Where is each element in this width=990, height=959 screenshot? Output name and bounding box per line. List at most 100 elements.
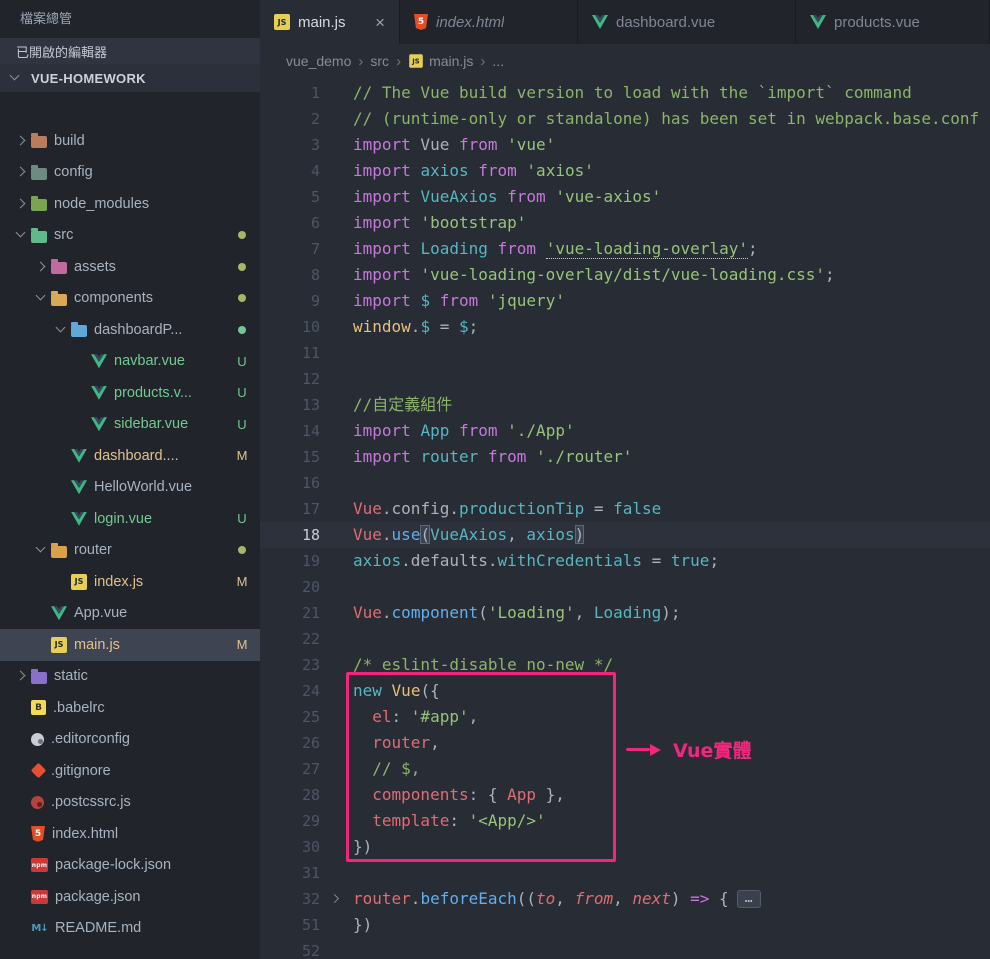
code-line-30[interactable]: 30}) [260,834,990,860]
tree-item-navbar.vue[interactable]: navbar.vue U [0,346,260,378]
line-number: 52 [301,942,320,959]
tree-item-assets[interactable]: assets [0,251,260,283]
code-line-15[interactable]: 15 import router from './router' [260,444,990,470]
fold-column [320,366,353,392]
tree-item-.babelrc[interactable]: B .babelrc [0,692,260,724]
tree-item-src[interactable]: src [0,220,260,252]
code-line-24[interactable]: 24 new Vue({ [260,678,990,704]
code-line-6[interactable]: 6 import 'bootstrap' [260,210,990,236]
file-label: config [54,164,93,181]
tree-item-components[interactable]: components [0,283,260,315]
breadcrumb-label: src [370,53,390,69]
line-number: 8 [310,266,320,284]
code-text: import App from './App' [353,421,575,440]
folder-icon [31,133,47,149]
tree-item-index.js[interactable]: JS index.js M [0,566,260,598]
code-line-11[interactable]: 11 [260,340,990,366]
chevron-down-icon[interactable] [54,323,68,337]
chevron-down-icon[interactable] [34,291,48,305]
code-line-8[interactable]: 8 import 'vue-loading-overlay/dist/vue-lo… [260,262,990,288]
folded-code-ellipsis[interactable]: … [736,890,761,908]
code-line-27[interactable]: 27 // $, [260,756,990,782]
tree-item-package.json[interactable]: npm package.json [0,881,260,913]
code-line-3[interactable]: 3 import Vue from 'vue' [260,132,990,158]
code-line-2[interactable]: 2 // (runtime-only or standalone) has bee… [260,106,990,132]
breadcrumb-item-src[interactable]: src [370,53,389,69]
code-line-22[interactable]: 22 [260,626,990,652]
tree-item-node_modules[interactable]: node_modules [0,188,260,220]
chevron-right-icon[interactable] [14,134,28,148]
code-editor[interactable]: 1 // The Vue build version to load with t… [260,78,990,959]
close-icon[interactable]: × [375,14,385,31]
tree-item-index.html[interactable]: 5 index.html [0,818,260,850]
tree-item-sidebar.vue[interactable]: sidebar.vue U [0,409,260,441]
file-label: login.vue [94,510,153,527]
code-line-13[interactable]: 13 //自定義組件 [260,392,990,418]
code-line-4[interactable]: 4 import axios from 'axios' [260,158,990,184]
tree-item-login.vue[interactable]: login.vue U [0,503,260,535]
code-text: import Loading from 'vue-loading-overlay… [353,239,758,259]
tree-item-.editorconfig[interactable]: .editorconfig [0,724,260,756]
code-line-32[interactable]: 32 router.beforeEach((to, from, next) => … [260,886,990,912]
open-editors-header[interactable]: 已開啟的編輯器 [0,38,260,64]
tree-item-.postcssrc.js[interactable]: .postcssrc.js [0,787,260,819]
tree-item-router[interactable]: router [0,535,260,567]
tree-item-HelloWorld.vue[interactable]: HelloWorld.vue [0,472,260,504]
tree-item-products.v...[interactable]: products.v... U [0,377,260,409]
breadcrumb-item-main.js[interactable]: JS main.js [408,53,473,69]
workspace-header[interactable]: VUE-HOMEWORK [0,64,260,92]
chevron-right-icon[interactable] [14,197,28,211]
code-line-52[interactable]: 52 [260,938,990,959]
tab-index.html[interactable]: 5 index.html [400,0,578,44]
chevron-right-icon [329,893,342,906]
chevron-down-icon[interactable] [14,228,28,242]
code-line-20[interactable]: 20 [260,574,990,600]
code-line-16[interactable]: 16 [260,470,990,496]
tree-item-App.vue[interactable]: App.vue [0,598,260,630]
code-line-5[interactable]: 5 import VueAxios from 'vue-axios' [260,184,990,210]
code-line-26[interactable]: 26 router, [260,730,990,756]
code-line-28[interactable]: 28 components: { App }, [260,782,990,808]
code-text: router, [372,733,440,752]
tree-item-dashboard....[interactable]: dashboard.... M [0,440,260,472]
html-icon: 5 [31,825,45,842]
code-line-29[interactable]: 29 template: '<App/>' [260,808,990,834]
code-line-31[interactable]: 31 [260,860,990,886]
chevron-down-icon[interactable] [34,543,48,557]
tab-main.js[interactable]: JS main.js × [260,0,400,44]
chevron-right-icon[interactable] [14,165,28,179]
code-line-12[interactable]: 12 [260,366,990,392]
code-line-23[interactable]: 23 /* eslint-disable no-new */ [260,652,990,678]
line-number: 14 [301,422,320,440]
code-line-25[interactable]: 25 el: '#app', [260,704,990,730]
code-line-10[interactable]: 10 window.$ = $; [260,314,990,340]
code-line-18[interactable]: 18 Vue.use(VueAxios, axios) [260,522,990,548]
code-line-14[interactable]: 14 import App from './App' [260,418,990,444]
code-line-1[interactable]: 1 // The Vue build version to load with t… [260,80,990,106]
folder-changes-dot-badge [238,231,246,240]
tree-item-main.js[interactable]: JS main.js M [0,629,260,661]
tree-item-package-lock.json[interactable]: npm package-lock.json [0,850,260,882]
fold-chevron-icon[interactable] [320,886,353,912]
code-text: // The Vue build version to load with th… [353,83,912,102]
chevron-right-icon[interactable] [34,260,48,274]
tree-item-dashboardP...[interactable]: dashboardP... [0,314,260,346]
code-line-9[interactable]: 9 import $ from 'jquery' [260,288,990,314]
code-line-19[interactable]: 19 axios.defaults.withCredentials = true; [260,548,990,574]
tree-item-README.md[interactable]: M↓ README.md [0,913,260,945]
code-line-21[interactable]: 21 Vue.component('Loading', Loading); [260,600,990,626]
tree-item-static[interactable]: static [0,661,260,693]
fold-column [320,938,353,959]
tree-item-.gitignore[interactable]: .gitignore [0,755,260,787]
code-line-7[interactable]: 7 import Loading from 'vue-loading-overla… [260,236,990,262]
tab-dashboard.vue[interactable]: dashboard.vue [578,0,796,44]
code-line-17[interactable]: 17 Vue.config.productionTip = false [260,496,990,522]
breadcrumb-item-...[interactable]: ... [492,53,504,69]
tree-item-build[interactable]: build [0,125,260,157]
code-line-51[interactable]: 51}) [260,912,990,938]
chevron-right-icon[interactable] [14,669,28,683]
breadcrumb-item-vue_demo[interactable]: vue_demo [286,53,351,69]
tree-item-config[interactable]: config [0,157,260,189]
tab-products.vue[interactable]: products.vue [796,0,990,44]
